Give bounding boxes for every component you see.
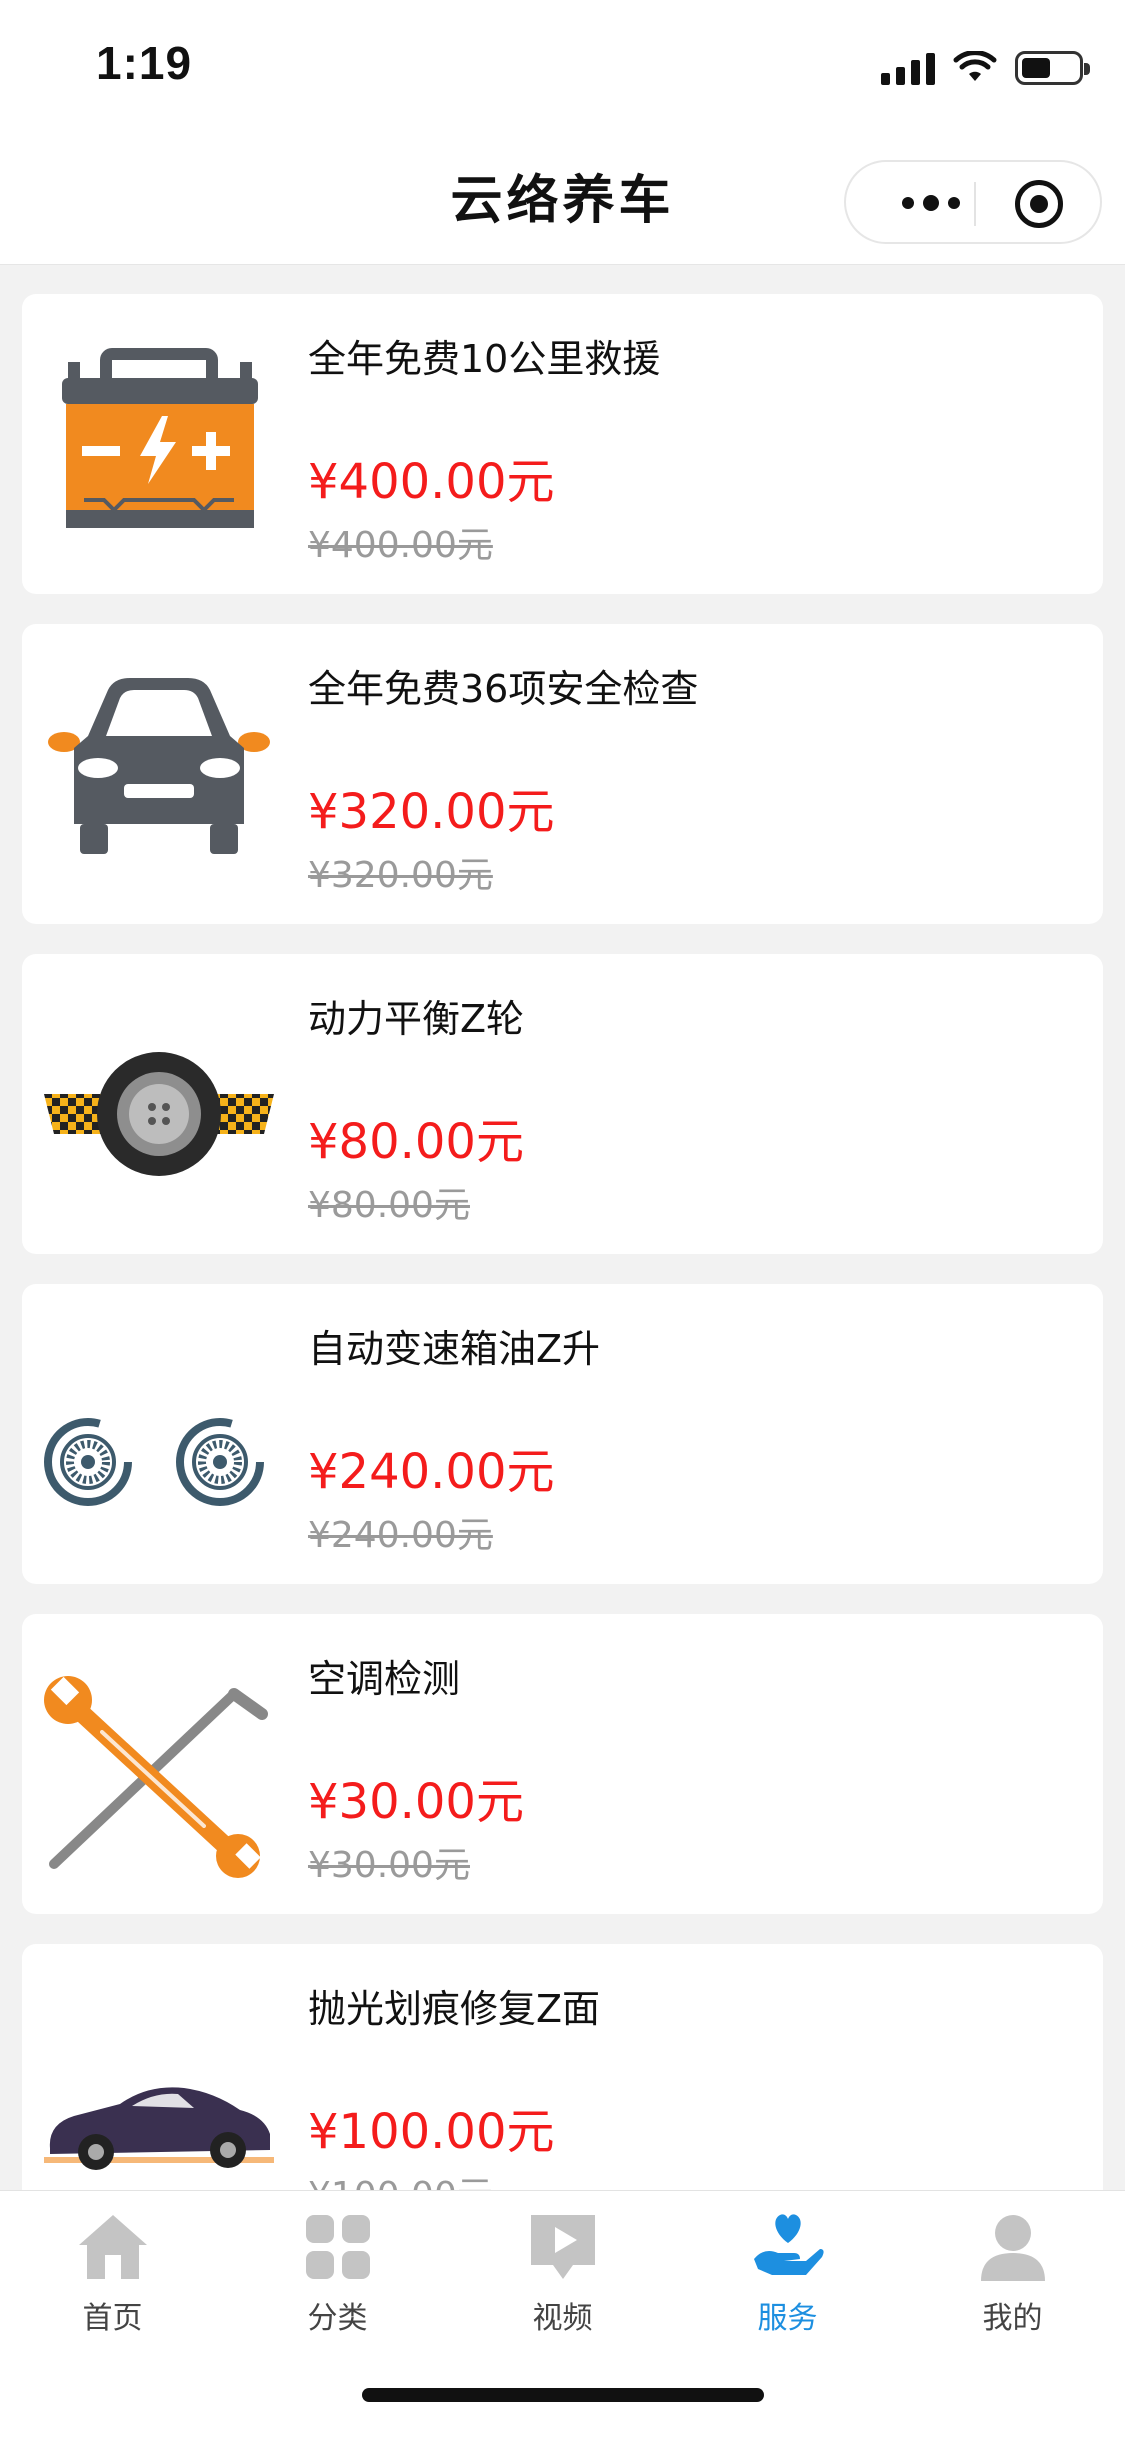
service-original-price: ¥240.00元 xyxy=(308,1515,493,1556)
service-original-price: ¥100.00元 xyxy=(308,2166,493,2190)
service-price: ¥100.00元 xyxy=(308,2104,555,2160)
sports-car-icon xyxy=(44,1984,274,2190)
service-card[interactable]: 动力平衡Z轮 ¥80.00元 ¥80.00元 xyxy=(22,954,1103,1254)
service-title: 全年免费36项安全检查 xyxy=(308,667,699,711)
tab-label: 我的 xyxy=(982,2301,1043,2336)
home-indicator xyxy=(362,2388,764,2402)
service-price: ¥320.00元 xyxy=(308,784,555,840)
tab-label: 分类 xyxy=(307,2301,368,2336)
service-price: ¥240.00元 xyxy=(308,1444,555,1500)
service-card[interactable]: 自动变速箱油Z升 ¥240.00元 ¥240.00元 xyxy=(22,1284,1103,1584)
service-title: 自动变速箱油Z升 xyxy=(308,1327,601,1371)
cellular-signal-icon xyxy=(881,51,935,85)
service-card[interactable]: 空调检测 ¥30.00元 ¥30.00元 xyxy=(22,1614,1103,1914)
tab-profile[interactable]: 我的 xyxy=(900,2209,1125,2339)
service-list[interactable]: 全年免费10公里救援 ¥400.00元 ¥400.00元 全年免费36项安全检查… xyxy=(0,264,1125,2190)
service-original-price: ¥30.00元 xyxy=(308,1845,470,1886)
target-circle-icon[interactable] xyxy=(1015,180,1063,228)
service-title: 空调检测 xyxy=(308,1657,461,1701)
service-original-price: ¥320.00元 xyxy=(308,855,493,896)
tab-label: 视频 xyxy=(532,2301,593,2336)
car-front-icon xyxy=(44,664,274,894)
service-card[interactable]: 全年免费36项安全检查 ¥320.00元 ¥320.00元 xyxy=(22,624,1103,924)
nav-bar: 云络养车 xyxy=(0,130,1125,265)
tab-video[interactable]: 视频 xyxy=(450,2209,675,2339)
wifi-icon xyxy=(953,51,997,81)
car-battery-icon xyxy=(44,334,274,564)
wheel-rims-icon xyxy=(44,1324,274,1554)
service-price: ¥30.00元 xyxy=(308,1774,524,1830)
service-title: 全年免费10公里救援 xyxy=(308,337,661,381)
tab-home[interactable]: 首页 xyxy=(0,2209,225,2339)
status-time: 1:19 xyxy=(96,37,193,89)
status-bar: 1:19 xyxy=(0,0,1125,130)
user-icon xyxy=(980,2215,1045,2281)
wrench-tools-icon xyxy=(44,1654,274,1884)
service-title: 抛光划痕修复Z面 xyxy=(308,1987,601,2031)
service-original-price: ¥80.00元 xyxy=(308,1185,470,1226)
grid-icon xyxy=(305,2215,370,2279)
mini-program-capsule xyxy=(844,160,1102,244)
tab-service[interactable]: 服务 xyxy=(675,2209,900,2339)
video-play-icon xyxy=(530,2215,595,2279)
heart-hand-icon xyxy=(753,2214,824,2275)
capsule-divider xyxy=(974,182,976,226)
service-price: ¥400.00元 xyxy=(308,454,555,510)
status-icons xyxy=(881,46,1090,90)
tire-checkered-icon xyxy=(44,994,274,1224)
service-card[interactable]: 抛光划痕修复Z面 ¥100.00元 ¥100.00元 xyxy=(22,1944,1103,2190)
home-icon xyxy=(78,2215,147,2279)
battery-icon xyxy=(1015,51,1090,85)
service-title: 动力平衡Z轮 xyxy=(308,997,525,1041)
more-dots-icon[interactable] xyxy=(888,184,974,222)
service-price: ¥80.00元 xyxy=(308,1114,524,1170)
service-card[interactable]: 全年免费10公里救援 ¥400.00元 ¥400.00元 xyxy=(22,294,1103,594)
tab-label: 服务 xyxy=(757,2301,818,2336)
tab-label: 首页 xyxy=(82,2301,143,2336)
service-original-price: ¥400.00元 xyxy=(308,525,493,566)
tab-category[interactable]: 分类 xyxy=(225,2209,450,2339)
